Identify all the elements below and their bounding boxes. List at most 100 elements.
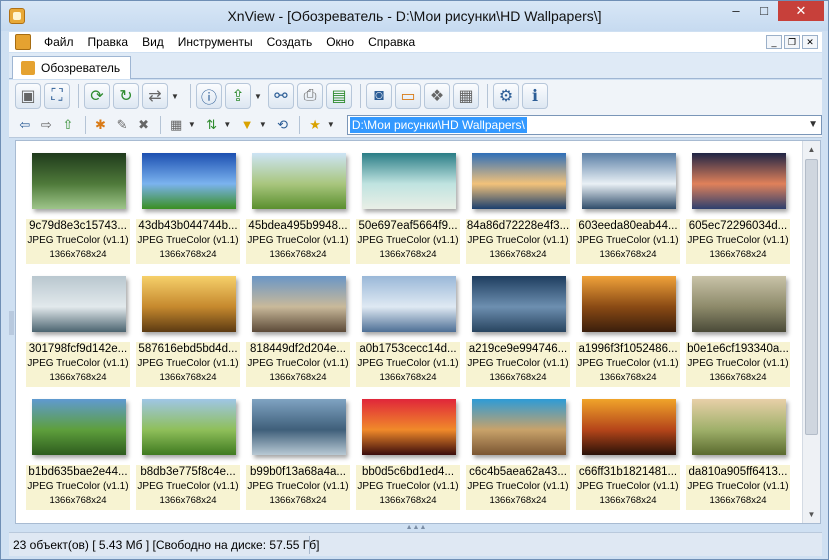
vertical-scrollbar[interactable]: ▲ ▼ — [802, 141, 820, 523]
menu-tools[interactable]: Инструменты — [171, 32, 260, 52]
thumbnail-image[interactable] — [32, 153, 126, 209]
mdi-close-button[interactable]: ✕ — [802, 35, 818, 49]
sort-dropdown-icon[interactable]: ▼ — [223, 120, 231, 129]
thumbnail-image[interactable] — [472, 276, 566, 332]
export-button[interactable]: ⇪ — [225, 83, 251, 109]
thumbnail-item[interactable]: 43db43b044744b... JPEG TrueColor (v1.1) 13… — [136, 145, 240, 264]
transform-dropdown-icon[interactable]: ▼ — [171, 92, 179, 101]
thumbnail-item[interactable]: b1bd635bae2e44... JPEG TrueColor (v1.1) 13… — [26, 391, 130, 510]
settings-button[interactable]: ⚙ — [493, 83, 519, 109]
thumbnail-image[interactable] — [252, 399, 346, 455]
maximize-button[interactable]: □ — [750, 1, 778, 21]
scroll-down-icon[interactable]: ▼ — [803, 506, 820, 523]
filter-dropdown-icon[interactable]: ▼ — [259, 120, 267, 129]
thumbnail-image[interactable] — [472, 153, 566, 209]
thumbnail-item[interactable]: a0b1753cecc14d... JPEG TrueColor (v1.1) 13… — [356, 268, 460, 387]
favorites-button[interactable]: ★ — [305, 115, 325, 135]
thumbnail-item[interactable]: 84a86d72228e4f3... JPEG TrueColor (v1.1) 1… — [466, 145, 570, 264]
left-panel-splitter[interactable] — [9, 311, 14, 335]
print-button[interactable]: ⎙ — [297, 83, 323, 109]
close-button[interactable]: ✕ — [778, 1, 824, 21]
thumbnail-dimensions: 1366x768x24 — [709, 495, 767, 506]
menu-window[interactable]: Окно — [319, 32, 361, 52]
thumbnail-item[interactable]: 603eeda80eab44... JPEG TrueColor (v1.1) 13… — [576, 145, 680, 264]
path-input[interactable]: D:\Мои рисунки\HD Wallpapers\ ▼ — [346, 114, 823, 135]
view-dropdown-icon[interactable]: ▼ — [188, 120, 196, 129]
thumbnail-image[interactable] — [362, 399, 456, 455]
thumbnail-image[interactable] — [362, 276, 456, 332]
filter-button[interactable]: ▼ — [237, 115, 257, 135]
thumbnail-item[interactable]: 301798fcf9d142e... JPEG TrueColor (v1.1) 1… — [26, 268, 130, 387]
thumbnail-item[interactable]: b99b0f13a68a4a... JPEG TrueColor (v1.1) 13… — [246, 391, 350, 510]
thumbnail-item[interactable]: a219ce9e994746... JPEG TrueColor (v1.1) 13… — [466, 268, 570, 387]
favorites-dropdown-icon[interactable]: ▼ — [327, 120, 335, 129]
minimize-button[interactable]: – — [722, 1, 750, 21]
delete-button[interactable]: ✖ — [134, 115, 154, 135]
view-mode-button[interactable]: ▣ — [15, 83, 41, 109]
thumbnail-item[interactable]: 605ec72296034d... JPEG TrueColor (v1.1) 13… — [686, 145, 790, 264]
thumbnail-image[interactable] — [362, 153, 456, 209]
bottom-panel-splitter[interactable]: ▲▲▲ — [401, 524, 431, 531]
tab-browser[interactable]: Обозреватель — [12, 56, 132, 79]
thumbnail-image[interactable] — [582, 399, 676, 455]
thumbnail-image[interactable] — [692, 399, 786, 455]
capture-button[interactable]: ◙ — [366, 83, 392, 109]
menu-file[interactable]: Файл — [37, 32, 81, 52]
batch-button[interactable]: ❖ — [424, 83, 450, 109]
thumbnail-image[interactable] — [142, 399, 236, 455]
fullscreen-button[interactable]: ⛶ — [44, 83, 70, 109]
mdi-minimize-button[interactable]: _ — [766, 35, 782, 49]
thumbnail-image[interactable] — [252, 276, 346, 332]
sort-button[interactable]: ⇅ — [202, 115, 222, 135]
thumbnail-image[interactable] — [142, 276, 236, 332]
thumbnail-item[interactable]: 818449df2d204e... JPEG TrueColor (v1.1) 13… — [246, 268, 350, 387]
document-menu-icon[interactable] — [15, 34, 31, 50]
about-button[interactable]: ℹ — [522, 83, 548, 109]
thumbnail-item[interactable]: c66ff31b1821481... JPEG TrueColor (v1.1) 1… — [576, 391, 680, 510]
thumbnail-item[interactable]: 9c79d8e3c15743... JPEG TrueColor (v1.1) 13… — [26, 145, 130, 264]
transform-button[interactable]: ⇄ — [142, 83, 168, 109]
thumbnail-image[interactable] — [252, 153, 346, 209]
rename-button[interactable]: ✎ — [112, 115, 132, 135]
thumbnail-item[interactable]: 587616ebd5bd4d... JPEG TrueColor (v1.1) 13… — [136, 268, 240, 387]
thumbnail-item[interactable]: bb0d5c6bd1ed4... JPEG TrueColor (v1.1) 136… — [356, 391, 460, 510]
thumbnail-item[interactable]: c6c4b5aea62a43... JPEG TrueColor (v1.1) 13… — [466, 391, 570, 510]
thumbnail-item[interactable]: 45bdea495b9948... JPEG TrueColor (v1.1) 13… — [246, 145, 350, 264]
back-button[interactable]: ⇦ — [15, 115, 35, 135]
menu-create[interactable]: Создать — [260, 32, 320, 52]
rotate-button[interactable]: ↻ — [113, 83, 139, 109]
contact-sheet-button[interactable]: ▦ — [453, 83, 479, 109]
export-dropdown-icon[interactable]: ▼ — [254, 92, 262, 101]
menu-view[interactable]: Вид — [135, 32, 171, 52]
thumbnail-image[interactable] — [472, 399, 566, 455]
thumbnail-image[interactable] — [32, 399, 126, 455]
forward-button[interactable]: ⇨ — [37, 115, 57, 135]
thumbnail-item[interactable]: da810a905ff6413... JPEG TrueColor (v1.1) 1… — [686, 391, 790, 510]
parent-folder-button[interactable]: ⇧ — [58, 115, 78, 135]
thumbnail-image[interactable] — [692, 276, 786, 332]
scroll-thumb[interactable] — [805, 159, 818, 435]
new-folder-button[interactable]: ✱ — [91, 115, 111, 135]
thumbnail-image[interactable] — [582, 276, 676, 332]
properties-button[interactable]: ⓘ — [196, 83, 222, 109]
thumbnail-image[interactable] — [142, 153, 236, 209]
sync-button[interactable]: ⟲ — [273, 115, 293, 135]
convert-button[interactable]: ▤ — [326, 83, 352, 109]
thumbnail-image[interactable] — [582, 153, 676, 209]
thumbnail-view-button[interactable]: ▦ — [166, 115, 186, 135]
thumbnail-image[interactable] — [32, 276, 126, 332]
menu-help[interactable]: Справка — [361, 32, 422, 52]
slideshow-button[interactable]: ▭ — [395, 83, 421, 109]
find-button[interactable]: ⚯ — [268, 83, 294, 109]
title-bar[interactable]: XnView - [Обозреватель - D:\Мои рисунки\… — [1, 1, 828, 31]
thumbnail-image[interactable] — [692, 153, 786, 209]
thumbnail-item[interactable]: a1996f3f1052486... JPEG TrueColor (v1.1) 1… — [576, 268, 680, 387]
menu-edit[interactable]: Правка — [81, 32, 136, 52]
thumbnail-item[interactable]: 50e697eaf5664f9... JPEG TrueColor (v1.1) 1… — [356, 145, 460, 264]
refresh-button[interactable]: ⟳ — [84, 83, 110, 109]
scroll-up-icon[interactable]: ▲ — [803, 141, 820, 158]
thumbnail-item[interactable]: b8db3e775f8c4e... JPEG TrueColor (v1.1) 13… — [136, 391, 240, 510]
chevron-down-icon[interactable]: ▼ — [805, 116, 821, 134]
mdi-restore-button[interactable]: ❐ — [784, 35, 800, 49]
thumbnail-item[interactable]: b0e1e6cf193340a... JPEG TrueColor (v1.1) 1… — [686, 268, 790, 387]
